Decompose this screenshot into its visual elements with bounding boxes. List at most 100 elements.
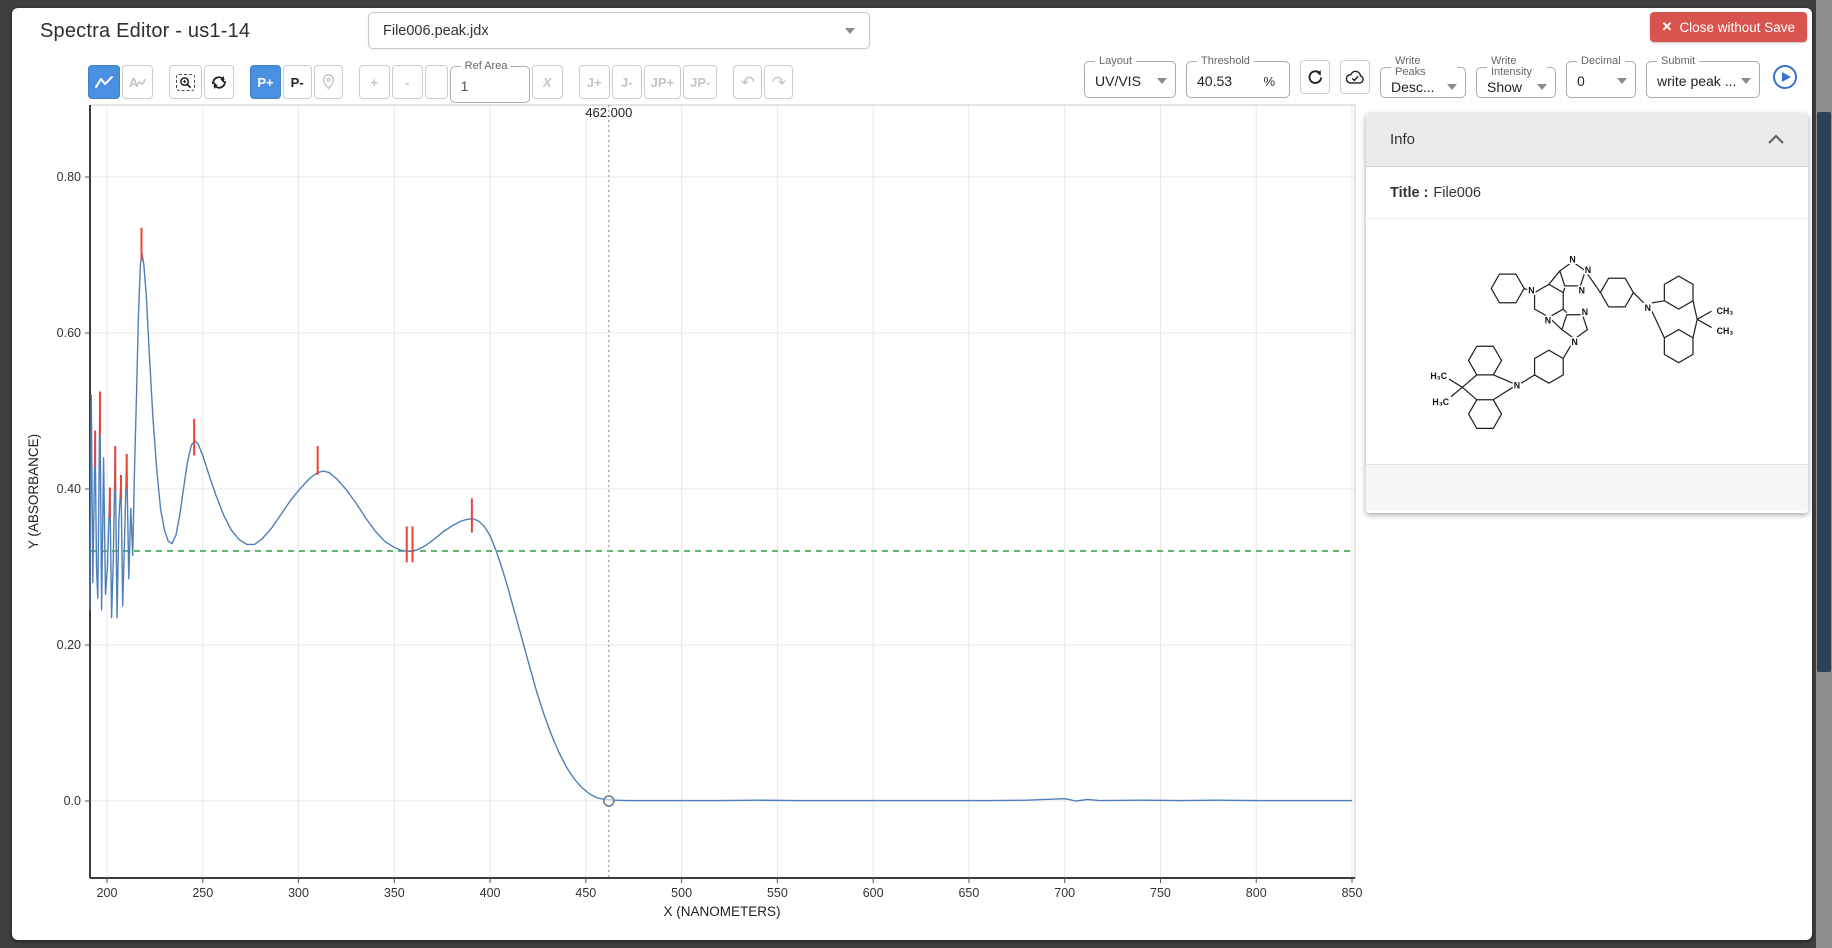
svg-text:350: 350	[384, 886, 405, 900]
save-cloud-button[interactable]	[1340, 60, 1370, 94]
close-button-label: Close without Save	[1679, 20, 1795, 35]
ref-area-value: 1	[461, 78, 521, 94]
info-panel: Info Title : File006 NNNNNNNNNCH₃CH₃H₃CH…	[1366, 113, 1808, 513]
info-title-label: Title :	[1390, 185, 1428, 201]
svg-text:550: 550	[767, 886, 788, 900]
write-intensity-label: Write Intensity	[1487, 56, 1547, 78]
svg-text:X (NANOMETERS): X (NANOMETERS)	[663, 904, 780, 919]
decimal-select[interactable]: Decimal 0	[1566, 56, 1636, 98]
line-display-button[interactable]	[88, 65, 120, 99]
zoom-select-button[interactable]	[169, 65, 202, 99]
jp-minus-button[interactable]: JP-	[683, 65, 717, 99]
decimal-value: 0	[1577, 73, 1617, 89]
svg-text:600: 600	[863, 886, 884, 900]
layout-value: UV/VIS	[1095, 73, 1157, 89]
collapse-panel-button[interactable]	[1768, 135, 1784, 144]
run-submit-button[interactable]	[1770, 60, 1800, 94]
page-title: Spectra Editor - us1-14	[40, 20, 250, 43]
write-peaks-select[interactable]: Write Peaks Desc...	[1380, 56, 1466, 98]
svg-text:H₃C: H₃C	[1430, 371, 1447, 381]
svg-text:200: 200	[97, 886, 118, 900]
svg-text:N: N	[1582, 307, 1588, 317]
submit-label: Submit	[1657, 56, 1699, 67]
svg-text:N: N	[1545, 315, 1551, 325]
j-plus-button[interactable]: J+	[579, 65, 610, 99]
undo-button[interactable]: ↶	[733, 65, 762, 99]
auto-assign-button[interactable]: A	[122, 65, 153, 99]
svg-text:N: N	[1569, 254, 1575, 264]
chevron-down-icon	[1447, 84, 1457, 90]
svg-text:Y (ABSORBANCE): Y (ABSORBANCE)	[26, 434, 41, 549]
info-panel-header: Info	[1366, 113, 1808, 167]
svg-text:850: 850	[1342, 886, 1363, 900]
jp-plus-button[interactable]: JP+	[644, 65, 682, 99]
wave-icon	[136, 76, 146, 88]
write-intensity-select[interactable]: Write Intensity Show	[1476, 56, 1556, 98]
submit-select[interactable]: Submit write peak ...	[1646, 56, 1760, 98]
x-mode-button[interactable]: X	[532, 65, 563, 99]
pin-button[interactable]	[314, 65, 343, 99]
info-title-value: File006	[1433, 185, 1481, 201]
threshold-unit: %	[1263, 74, 1275, 89]
svg-text:500: 500	[671, 886, 692, 900]
chevron-up-icon	[1768, 135, 1784, 144]
info-title-row: Title : File006	[1366, 167, 1808, 219]
scrollbar-thumb[interactable]	[1817, 112, 1831, 672]
svg-text:0.40: 0.40	[57, 482, 81, 496]
decimal-label: Decimal	[1577, 56, 1625, 67]
write-peaks-label: Write Peaks	[1391, 56, 1457, 78]
file-selector-value: File006.peak.jdx	[383, 23, 489, 39]
peak-remove-button[interactable]: P-	[283, 65, 312, 99]
svg-text:0.0: 0.0	[64, 794, 81, 808]
increase-button[interactable]: +	[359, 65, 390, 99]
svg-text:CH₃: CH₃	[1717, 306, 1734, 316]
svg-text:0.80: 0.80	[57, 170, 81, 184]
redo-icon: ↷	[772, 74, 786, 91]
spectrum-chart[interactable]: 462.000200250300350400450500550600650700…	[12, 98, 1412, 938]
settings-controls: Layout UV/VIS Threshold 40.53 % Write Pe…	[1084, 56, 1800, 98]
j-minus-button[interactable]: J-	[612, 65, 642, 99]
write-intensity-value: Show	[1487, 79, 1537, 95]
decrease-button[interactable]: -	[392, 65, 423, 99]
svg-text:CH₃: CH₃	[1717, 325, 1734, 335]
svg-text:N: N	[1528, 285, 1534, 295]
svg-text:300: 300	[288, 886, 309, 900]
molecule-area: NNNNNNNNNCH₃CH₃H₃CH₃C	[1366, 219, 1808, 464]
threshold-field[interactable]: Threshold 40.53 %	[1186, 56, 1290, 98]
svg-text:0.60: 0.60	[57, 326, 81, 340]
empty-button[interactable]	[425, 65, 448, 99]
svg-text:H₃C: H₃C	[1432, 396, 1449, 406]
layout-select[interactable]: Layout UV/VIS	[1084, 56, 1176, 98]
svg-text:N: N	[1579, 285, 1585, 295]
cloud-check-icon	[1345, 70, 1365, 85]
ref-area-field[interactable]: Ref Area 1	[450, 61, 530, 103]
reset-zoom-button[interactable]	[204, 65, 234, 99]
svg-text:462.000: 462.000	[585, 105, 632, 120]
peak-add-button[interactable]: P+	[250, 65, 280, 99]
chevron-down-icon	[1537, 84, 1547, 90]
svg-text:N: N	[1571, 337, 1577, 347]
close-without-save-button[interactable]: ✕ Close without Save	[1650, 12, 1807, 42]
file-selector[interactable]: File006.peak.jdx	[368, 12, 870, 49]
svg-text:250: 250	[192, 886, 213, 900]
play-circle-icon	[1772, 64, 1798, 90]
window-scrollbar[interactable]	[1816, 0, 1832, 948]
chevron-down-icon	[845, 28, 855, 34]
svg-text:700: 700	[1054, 886, 1075, 900]
redo-button[interactable]: ↷	[764, 65, 793, 99]
spectra-editor-window: Spectra Editor - us1-14 File006.peak.jdx…	[12, 8, 1812, 940]
svg-text:750: 750	[1150, 886, 1171, 900]
threshold-value: 40.53	[1197, 73, 1263, 89]
refresh-threshold-button[interactable]	[1300, 60, 1330, 94]
molecule-structure: NNNNNNNNNCH₃CH₃H₃CH₃C	[1427, 239, 1747, 445]
threshold-label: Threshold	[1197, 56, 1254, 67]
chevron-down-icon	[1157, 78, 1167, 84]
write-peaks-value: Desc...	[1391, 79, 1447, 95]
refresh-icon	[1307, 69, 1324, 86]
svg-text:450: 450	[575, 886, 596, 900]
info-header-label: Info	[1390, 131, 1415, 148]
ref-area-label: Ref Area	[461, 61, 512, 72]
layout-label: Layout	[1095, 56, 1136, 67]
svg-text:N: N	[1514, 380, 1520, 390]
spectrum-plot[interactable]: 462.000200250300350400450500550600650700…	[12, 98, 1412, 938]
